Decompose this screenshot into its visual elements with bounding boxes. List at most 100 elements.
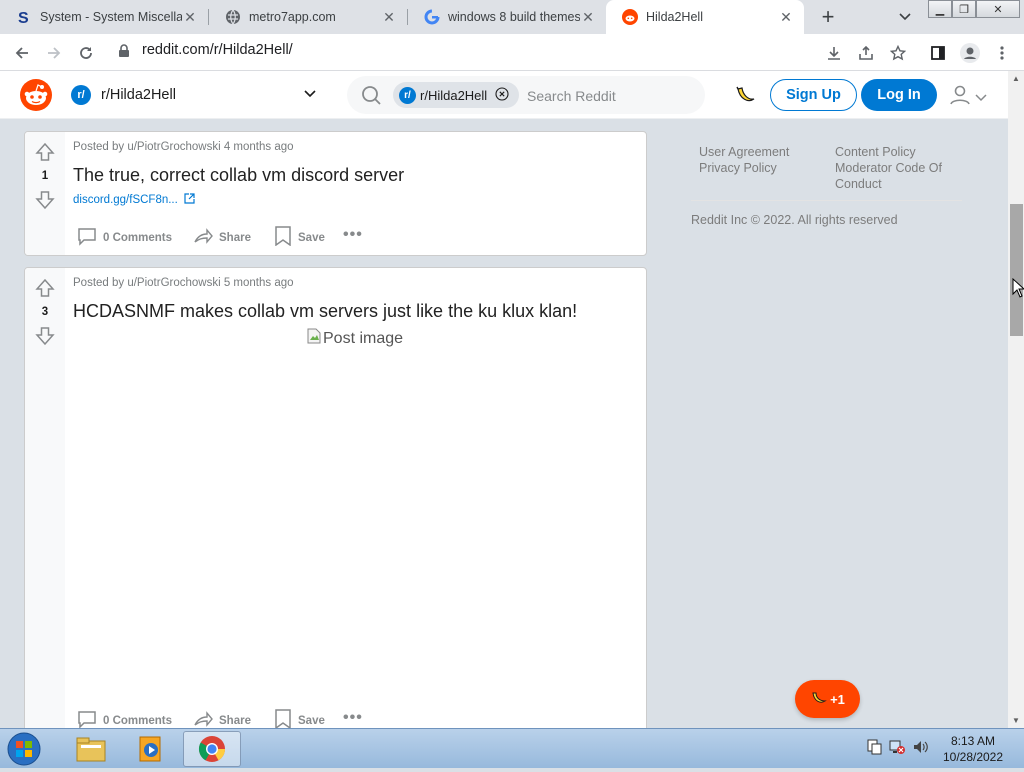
close-tab-icon[interactable]: ✕ xyxy=(182,9,198,25)
search-input[interactable]: Search Reddit xyxy=(527,88,616,104)
user-menu[interactable] xyxy=(949,84,987,111)
search-subreddit-filter[interactable]: r/ r/Hilda2Hell xyxy=(393,82,519,108)
footer-links-right: Content Policy Moderator Code Of Conduct xyxy=(835,144,942,192)
close-window-button[interactable]: ✕ xyxy=(976,0,1020,18)
network-error-icon[interactable] xyxy=(888,739,906,758)
close-tab-icon[interactable]: ✕ xyxy=(778,9,794,25)
subreddit-name[interactable]: r/Hilda2Hell xyxy=(101,87,176,103)
tab-metro7app[interactable]: metro7app.com ✕ xyxy=(209,0,407,34)
chevron-down-icon[interactable] xyxy=(303,86,317,104)
download-icon[interactable] xyxy=(822,41,846,65)
reload-icon[interactable] xyxy=(74,41,98,65)
vote-count: 3 xyxy=(41,306,49,318)
scroll-down-icon[interactable]: ▼ xyxy=(1008,713,1024,727)
lock-icon[interactable] xyxy=(118,44,130,63)
post-title[interactable]: HCDASNMF makes collab vm servers just li… xyxy=(73,301,577,322)
award-count: +1 xyxy=(830,691,845,707)
browser-tab-strip: S System - System Miscellaneous ✕ metro7… xyxy=(0,0,1024,34)
svg-text:S: S xyxy=(18,10,29,25)
close-tab-icon[interactable]: ✕ xyxy=(381,9,397,25)
tab-title: windows 8 build themes xyxy=(448,10,580,24)
clock-date: 10/28/2022 xyxy=(942,750,1004,764)
taskbar-clock[interactable]: 8:13 AM 10/28/2022 xyxy=(938,733,1008,765)
chrome-taskbar-icon[interactable] xyxy=(183,731,241,767)
tab-title: metro7app.com xyxy=(249,10,336,24)
log-in-button[interactable]: Log In xyxy=(861,79,937,111)
s-logo-icon: S xyxy=(16,9,32,25)
comments-label: 0 Comments xyxy=(103,714,173,727)
search-pill-label: r/Hilda2Hell xyxy=(420,87,488,103)
reddit-logo-icon[interactable] xyxy=(20,79,52,111)
minimize-window-button[interactable]: ▁ xyxy=(928,0,952,18)
share-icon[interactable] xyxy=(854,41,878,65)
scroll-up-icon[interactable]: ▲ xyxy=(1008,71,1024,85)
broken-image-icon xyxy=(307,328,321,349)
footer-links-left: User Agreement Privacy Policy xyxy=(699,144,789,176)
post-title[interactable]: The true, correct collab vm discord serv… xyxy=(73,165,404,186)
user-agreement-link[interactable]: User Agreement xyxy=(699,144,789,160)
post-link[interactable]: discord.gg/fSCF8n... xyxy=(73,193,195,207)
tab-system[interactable]: S System - System Miscellaneous ✕ xyxy=(0,0,208,34)
volume-icon[interactable] xyxy=(912,739,930,758)
tab-hilda2hell[interactable]: Hilda2Hell ✕ xyxy=(606,0,804,34)
media-player-taskbar-icon[interactable] xyxy=(122,731,180,767)
content-policy-link[interactable]: Content Policy xyxy=(835,144,942,160)
action-center-icon[interactable] xyxy=(866,739,882,758)
share-button[interactable]: Share xyxy=(193,226,251,249)
upvote-icon[interactable] xyxy=(35,278,55,298)
tab-title: System - System Miscellaneous xyxy=(40,10,182,24)
page-scrollbar[interactable] xyxy=(1008,71,1024,728)
side-panel-icon[interactable] xyxy=(926,41,950,65)
close-tab-icon[interactable]: ✕ xyxy=(580,9,596,25)
address-bar[interactable]: reddit.com/r/Hilda2Hell/ xyxy=(142,42,293,58)
more-options-icon[interactable]: ••• xyxy=(343,226,363,244)
copyright-text: Reddit Inc © 2022. All rights reserved xyxy=(691,213,898,227)
comment-icon xyxy=(77,226,97,249)
post-meta: Posted by u/PiotrGrochowski 4 months ago xyxy=(73,141,294,153)
reddit-icon xyxy=(622,9,638,25)
downvote-icon[interactable] xyxy=(35,326,55,346)
chrome-menu-icon[interactable] xyxy=(990,41,1014,65)
bookmark-star-icon[interactable] xyxy=(886,41,910,65)
post-link-text: discord.gg/fSCF8n... xyxy=(73,194,178,206)
post-image-alt: Post image xyxy=(323,329,404,347)
privacy-policy-link[interactable]: Privacy Policy xyxy=(699,160,789,176)
post-card[interactable]: 1 Posted by u/PiotrGrochowski 4 months a… xyxy=(24,131,647,256)
file-explorer-taskbar-icon[interactable] xyxy=(62,731,120,767)
moderator-code-link[interactable]: Moderator Code Of xyxy=(835,160,942,176)
chevron-down-icon xyxy=(975,89,987,107)
user-icon xyxy=(949,84,971,111)
new-tab-button[interactable]: + xyxy=(816,4,840,29)
upvote-icon[interactable] xyxy=(35,142,55,162)
forward-arrow-icon[interactable] xyxy=(42,41,66,65)
tab-windows8-themes[interactable]: windows 8 build themes ✕ xyxy=(408,0,606,34)
downvote-icon[interactable] xyxy=(35,190,55,210)
profile-icon[interactable] xyxy=(958,41,982,65)
moderator-code-link-cont[interactable]: Conduct xyxy=(835,176,942,192)
subreddit-chip-icon: r/ xyxy=(399,86,416,104)
search-bar[interactable]: r/ r/Hilda2Hell Search Reddit xyxy=(347,76,705,114)
footer-divider xyxy=(691,200,962,201)
share-label: Share xyxy=(219,231,251,244)
save-button[interactable]: Save xyxy=(274,226,325,249)
globe-icon xyxy=(225,9,241,25)
back-arrow-icon[interactable] xyxy=(10,41,34,65)
save-label: Save xyxy=(298,714,325,727)
scrollbar-thumb[interactable] xyxy=(1010,204,1023,336)
share-label: Share xyxy=(219,714,251,727)
restore-window-button[interactable]: ❐ xyxy=(952,0,976,18)
share-arrow-icon xyxy=(193,226,213,249)
sign-up-button[interactable]: Sign Up xyxy=(770,79,857,111)
more-options-icon[interactable]: ••• xyxy=(343,709,363,727)
clear-filter-icon[interactable] xyxy=(495,86,509,104)
award-plus-one-button[interactable]: +1 xyxy=(795,680,860,718)
post-card[interactable]: 3 Posted by u/PiotrGrochowski 5 months a… xyxy=(24,267,647,737)
comments-button[interactable]: 0 Comments xyxy=(77,226,172,249)
start-button[interactable] xyxy=(4,731,44,767)
banana-icon xyxy=(810,689,828,710)
tab-search-icon[interactable] xyxy=(894,5,916,29)
windows-taskbar: 8:13 AM 10/28/2022 xyxy=(0,728,1024,768)
subreddit-icon[interactable]: r/ xyxy=(71,85,91,105)
banana-award-icon[interactable] xyxy=(734,83,758,112)
post-image[interactable]: Post image xyxy=(307,328,403,349)
